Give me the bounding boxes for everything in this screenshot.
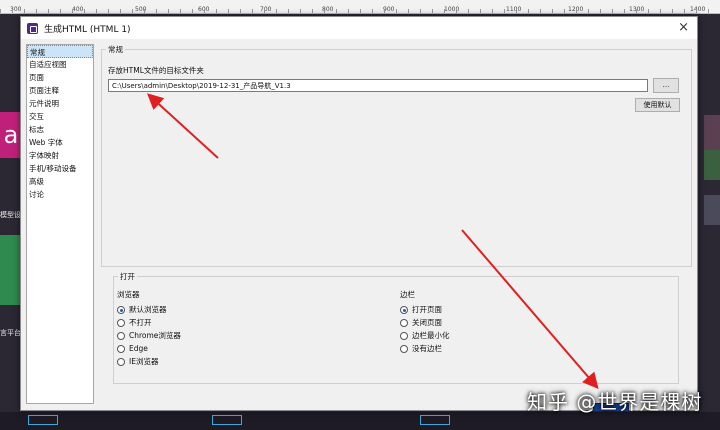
option-label: Chrome浏览器 <box>129 331 181 340</box>
use-default-button[interactable]: 使用默认 <box>635 98 680 112</box>
background-swatch <box>28 415 58 425</box>
radio-icon[interactable] <box>400 318 408 327</box>
option-label: Edge <box>129 344 148 353</box>
sidebar-item-advanced[interactable]: 高级 <box>27 175 93 188</box>
browser-option-default[interactable]: 默认浏览器 <box>117 303 181 316</box>
settings-sidebar: 常规 自适应视图 页面 页面注释 元件说明 交互 标志 Web 字体 字体映射 … <box>26 44 94 404</box>
general-group-legend: 常规 <box>106 44 125 55</box>
option-label: 边栏最小化 <box>412 331 450 340</box>
general-group: 常规 存放HTML文件的目标文件夹 ... 使用默认 <box>101 44 692 267</box>
sidebar-option-none[interactable]: 没有边栏 <box>400 342 450 355</box>
sidebar-option-close[interactable]: 关闭页面 <box>400 316 450 329</box>
radio-icon[interactable] <box>117 318 125 327</box>
watermark: 知乎 @世界是棵树 <box>527 390 703 414</box>
radio-icon[interactable] <box>117 357 125 366</box>
background-tile <box>704 195 720 225</box>
app-icon <box>27 22 38 34</box>
option-label: IE浏览器 <box>129 357 159 366</box>
background-swatch <box>212 415 242 425</box>
background-tile <box>704 115 720 150</box>
open-group-legend: 打开 <box>118 271 137 282</box>
open-group: 打开 浏览器 默认浏览器 不打开 Chrome浏览器 Edge IE浏览器 边栏… <box>113 271 679 384</box>
radio-icon[interactable] <box>400 331 408 340</box>
browse-button[interactable]: ... <box>653 78 679 93</box>
option-label: 没有边栏 <box>412 344 442 353</box>
radio-icon[interactable] <box>117 344 125 353</box>
radio-icon[interactable] <box>117 331 125 340</box>
sidebar-item-font-mappings[interactable]: 字体映射 <box>27 149 93 162</box>
ruler-ticks <box>0 9 720 13</box>
ruler: 300 400 500 600 700 800 900 1000 1100 12… <box>0 0 720 14</box>
sidebar-title: 边栏 <box>400 290 415 299</box>
browser-option-edge[interactable]: Edge <box>117 342 181 355</box>
option-label: 打开页面 <box>412 305 442 314</box>
background-label: 模型设 <box>0 211 21 219</box>
option-label: 默认浏览器 <box>129 305 167 314</box>
browser-option-ie[interactable]: IE浏览器 <box>117 355 181 368</box>
background-swatch <box>420 415 450 425</box>
background-tile-letter: a <box>0 112 22 158</box>
background-tile <box>704 150 720 180</box>
generate-html-dialog: 生成HTML (HTML 1) × 常规 自适应视图 页面 页面注释 元件说明 … <box>20 16 698 412</box>
browser-option-chrome[interactable]: Chrome浏览器 <box>117 329 181 342</box>
sidebar-item-widget-notes[interactable]: 元件说明 <box>27 97 93 110</box>
browser-title: 浏览器 <box>117 290 140 299</box>
browser-column: 浏览器 默认浏览器 不打开 Chrome浏览器 Edge IE浏览器 <box>117 289 181 368</box>
target-folder-input[interactable] <box>108 79 648 92</box>
close-icon[interactable]: × <box>678 20 689 35</box>
background-tile-green <box>0 235 22 305</box>
browser-option-none[interactable]: 不打开 <box>117 316 181 329</box>
sidebar-item-discussion[interactable]: 讨论 <box>27 188 93 201</box>
radio-icon[interactable] <box>400 344 408 353</box>
sidebar-option-open[interactable]: 打开页面 <box>400 303 450 316</box>
sidebar-item-interactions[interactable]: 交互 <box>27 110 93 123</box>
background-label: 言平台 <box>0 329 21 337</box>
sidebar-item-page-notes[interactable]: 页面注释 <box>27 84 93 97</box>
radio-selected-icon[interactable] <box>117 305 125 314</box>
target-folder-label: 存放HTML文件的目标文件夹 <box>108 66 204 75</box>
sidebar-item-mobile[interactable]: 手机/移动设备 <box>27 162 93 175</box>
sidebar-column: 边栏 打开页面 关闭页面 边栏最小化 没有边栏 <box>400 289 450 355</box>
sidebar-item-web-fonts[interactable]: Web 字体 <box>27 136 93 149</box>
settings-content: 常规 存放HTML文件的目标文件夹 ... 使用默认 打开 浏览器 默认浏览器 … <box>101 44 693 406</box>
sidebar-option-minimize[interactable]: 边栏最小化 <box>400 329 450 342</box>
sidebar-item-adaptive-views[interactable]: 自适应视图 <box>27 58 93 71</box>
sidebar-item-logo[interactable]: 标志 <box>27 123 93 136</box>
dialog-title: 生成HTML (HTML 1) <box>44 24 131 35</box>
radio-selected-icon[interactable] <box>400 305 408 314</box>
dialog-titlebar[interactable]: 生成HTML (HTML 1) × <box>21 17 697 39</box>
option-label: 关闭页面 <box>412 318 442 327</box>
option-label: 不打开 <box>129 318 152 327</box>
sidebar-item-pages[interactable]: 页面 <box>27 71 93 84</box>
sidebar-item-general[interactable]: 常规 <box>27 45 93 58</box>
